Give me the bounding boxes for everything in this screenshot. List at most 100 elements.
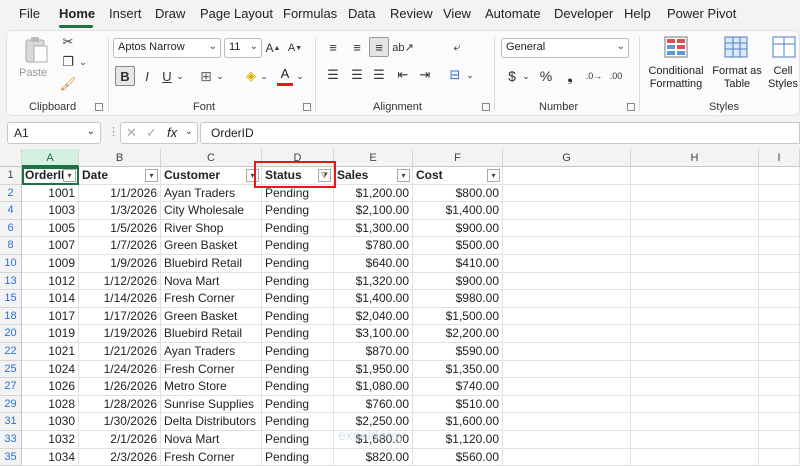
cancel-icon[interactable]: ✕ xyxy=(126,125,137,141)
data-cell[interactable]: Metro Store xyxy=(161,378,262,396)
data-cell[interactable]: $740.00 xyxy=(413,378,503,396)
data-cell[interactable]: $500.00 xyxy=(413,237,503,255)
row-header[interactable]: 33 xyxy=(0,431,22,449)
data-cell[interactable]: 1/19/2026 xyxy=(79,325,161,343)
data-cell[interactable]: Pending xyxy=(262,219,334,238)
empty-cell[interactable] xyxy=(759,202,800,220)
data-cell[interactable]: $2,200.00 xyxy=(413,325,503,343)
data-cell[interactable]: $410.00 xyxy=(413,255,503,273)
data-cell[interactable]: 1/21/2026 xyxy=(79,343,161,361)
data-cell[interactable]: 1/9/2026 xyxy=(79,255,161,273)
data-cell[interactable]: $820.00 xyxy=(334,448,413,466)
data-cell[interactable]: 1014 xyxy=(22,290,79,308)
data-cell[interactable]: $1,600.00 xyxy=(413,413,503,431)
empty-cell[interactable] xyxy=(503,272,631,291)
row-header[interactable]: 35 xyxy=(0,448,22,466)
align-top-icon[interactable]: ≡ xyxy=(323,37,343,57)
data-cell[interactable]: Pending xyxy=(262,431,334,449)
data-cell[interactable]: Pending xyxy=(262,448,334,466)
data-cell[interactable]: Pending xyxy=(262,395,334,414)
data-cell[interactable]: 1/17/2026 xyxy=(79,307,161,326)
row-header[interactable]: 4 xyxy=(0,202,22,220)
data-cell[interactable]: 1032 xyxy=(22,431,79,449)
data-cell[interactable]: 1/28/2026 xyxy=(79,395,161,414)
column-header-e[interactable]: E xyxy=(334,149,413,167)
font-launcher-icon[interactable] xyxy=(303,103,311,111)
data-cell[interactable]: $870.00 xyxy=(334,343,413,361)
increase-indent-icon[interactable]: ⇥ xyxy=(415,65,435,85)
empty-cell[interactable] xyxy=(759,343,800,361)
data-cell[interactable]: $1,320.00 xyxy=(334,272,413,291)
empty-cell[interactable] xyxy=(631,395,759,414)
borders-dropdown-icon[interactable]: ⌄ xyxy=(215,66,225,86)
data-cell[interactable]: 1021 xyxy=(22,343,79,361)
percent-button[interactable]: % xyxy=(537,65,555,87)
menu-formulas[interactable]: Formulas xyxy=(283,6,337,21)
empty-cell[interactable] xyxy=(631,202,759,220)
data-cell[interactable]: Pending xyxy=(262,343,334,361)
data-cell[interactable]: $640.00 xyxy=(334,255,413,273)
empty-cell[interactable] xyxy=(503,378,631,396)
data-cell[interactable]: $900.00 xyxy=(413,272,503,291)
row-header[interactable]: 31 xyxy=(0,413,22,431)
menu-power-pivot[interactable]: Power Pivot xyxy=(667,6,736,21)
merge-dropdown-icon[interactable]: ⌄ xyxy=(465,65,475,85)
italic-button[interactable]: I xyxy=(139,66,155,86)
empty-cell[interactable] xyxy=(759,378,800,396)
data-cell[interactable]: 2/1/2026 xyxy=(79,431,161,449)
data-cell[interactable]: 1024 xyxy=(22,360,79,379)
row-header[interactable]: 13 xyxy=(0,272,22,291)
currency-button[interactable]: $ xyxy=(503,65,521,87)
data-cell[interactable]: Pending xyxy=(262,237,334,255)
copy-icon[interactable]: ❐ xyxy=(59,53,77,71)
empty-cell[interactable] xyxy=(631,272,759,291)
merge-center-icon[interactable]: ⊟ xyxy=(445,65,465,85)
empty-cell[interactable] xyxy=(759,272,800,291)
data-cell[interactable]: 1017 xyxy=(22,307,79,326)
data-cell[interactable]: 1009 xyxy=(22,255,79,273)
data-cell[interactable]: $3,100.00 xyxy=(334,325,413,343)
data-cell[interactable]: 1019 xyxy=(22,325,79,343)
column-header-g[interactable]: G xyxy=(503,149,631,167)
borders-icon[interactable]: ⊞ xyxy=(197,66,215,86)
empty-cell[interactable] xyxy=(503,255,631,273)
menu-page-layout[interactable]: Page Layout xyxy=(200,6,273,21)
empty-cell[interactable] xyxy=(631,343,759,361)
column-header-a[interactable]: A xyxy=(22,149,79,167)
data-cell[interactable]: 1030 xyxy=(22,413,79,431)
data-cell[interactable]: 2/3/2026 xyxy=(79,448,161,466)
data-cell[interactable]: Delta Distributors xyxy=(161,413,262,431)
empty-cell[interactable] xyxy=(759,431,800,449)
data-cell[interactable]: Bluebird Retail xyxy=(161,255,262,273)
row-header[interactable]: 15 xyxy=(0,290,22,308)
conditional-formatting-label[interactable]: Conditional Formatting xyxy=(643,65,709,91)
data-cell[interactable]: $560.00 xyxy=(413,448,503,466)
row-header[interactable]: 10 xyxy=(0,255,22,273)
number-format-combo[interactable]: General ⌄ xyxy=(501,38,629,58)
empty-cell[interactable] xyxy=(631,219,759,238)
empty-cell[interactable] xyxy=(503,395,631,414)
empty-cell[interactable] xyxy=(503,448,631,466)
decrease-indent-icon[interactable]: ⇤ xyxy=(393,65,413,85)
row-header[interactable]: 29 xyxy=(0,395,22,414)
font-color-icon[interactable]: A xyxy=(277,64,293,86)
empty-cell[interactable] xyxy=(503,184,631,203)
empty-cell[interactable] xyxy=(759,325,800,343)
data-cell[interactable]: $590.00 xyxy=(413,343,503,361)
empty-cell[interactable] xyxy=(503,167,631,185)
underline-button[interactable]: U xyxy=(159,66,175,86)
font-name-combo[interactable]: Aptos Narrow ⌄ xyxy=(113,38,221,58)
row-header[interactable]: 1 xyxy=(0,167,22,185)
empty-cell[interactable] xyxy=(759,219,800,238)
data-cell[interactable]: Pending xyxy=(262,255,334,273)
empty-cell[interactable] xyxy=(631,255,759,273)
menu-view[interactable]: View xyxy=(443,6,471,21)
row-header[interactable]: 18 xyxy=(0,307,22,326)
row-header[interactable]: 25 xyxy=(0,360,22,379)
empty-cell[interactable] xyxy=(759,290,800,308)
column-header-b[interactable]: B xyxy=(79,149,161,167)
data-cell[interactable]: 1/30/2026 xyxy=(79,413,161,431)
bold-button[interactable]: B xyxy=(115,66,135,86)
data-cell[interactable]: $980.00 xyxy=(413,290,503,308)
data-cell[interactable]: Ayan Traders xyxy=(161,343,262,361)
